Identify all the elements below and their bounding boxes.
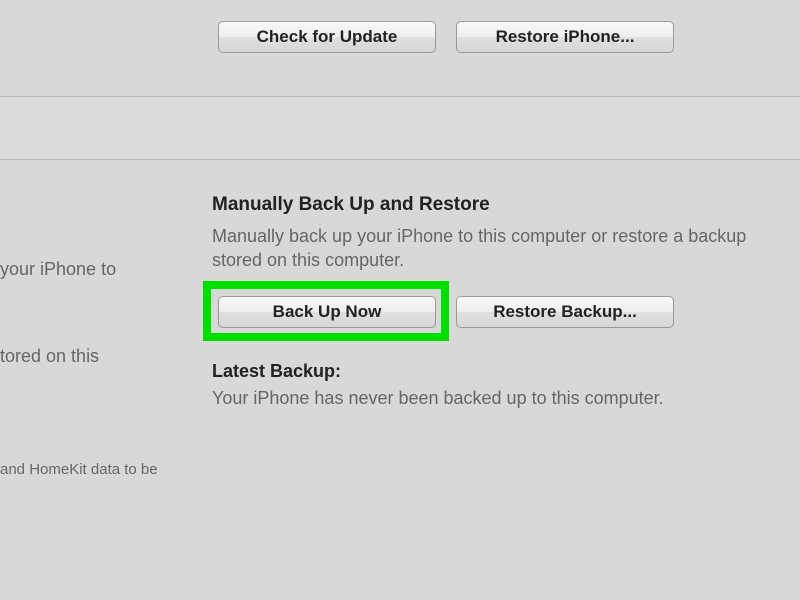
top-button-row: Check for Update Restore iPhone...	[218, 21, 674, 53]
backup-section-description: Manually back up your iPhone to this com…	[212, 224, 772, 273]
section-gap	[0, 97, 800, 159]
left-text-fragment-2: tored on this	[0, 346, 99, 367]
left-text-fragment-3: and HomeKit data to be	[0, 461, 158, 478]
back-up-now-button[interactable]: Back Up Now	[218, 296, 436, 328]
divider-bottom	[0, 159, 800, 160]
restore-backup-button[interactable]: Restore Backup...	[456, 296, 674, 328]
latest-backup-title: Latest Backup:	[212, 361, 341, 382]
latest-backup-text: Your iPhone has never been backed up to …	[212, 388, 664, 409]
backup-section-title: Manually Back Up and Restore	[212, 194, 490, 216]
left-text-fragment-1: your iPhone to	[0, 259, 116, 280]
restore-iphone-button[interactable]: Restore iPhone...	[456, 21, 674, 53]
check-for-update-button[interactable]: Check for Update	[218, 21, 436, 53]
